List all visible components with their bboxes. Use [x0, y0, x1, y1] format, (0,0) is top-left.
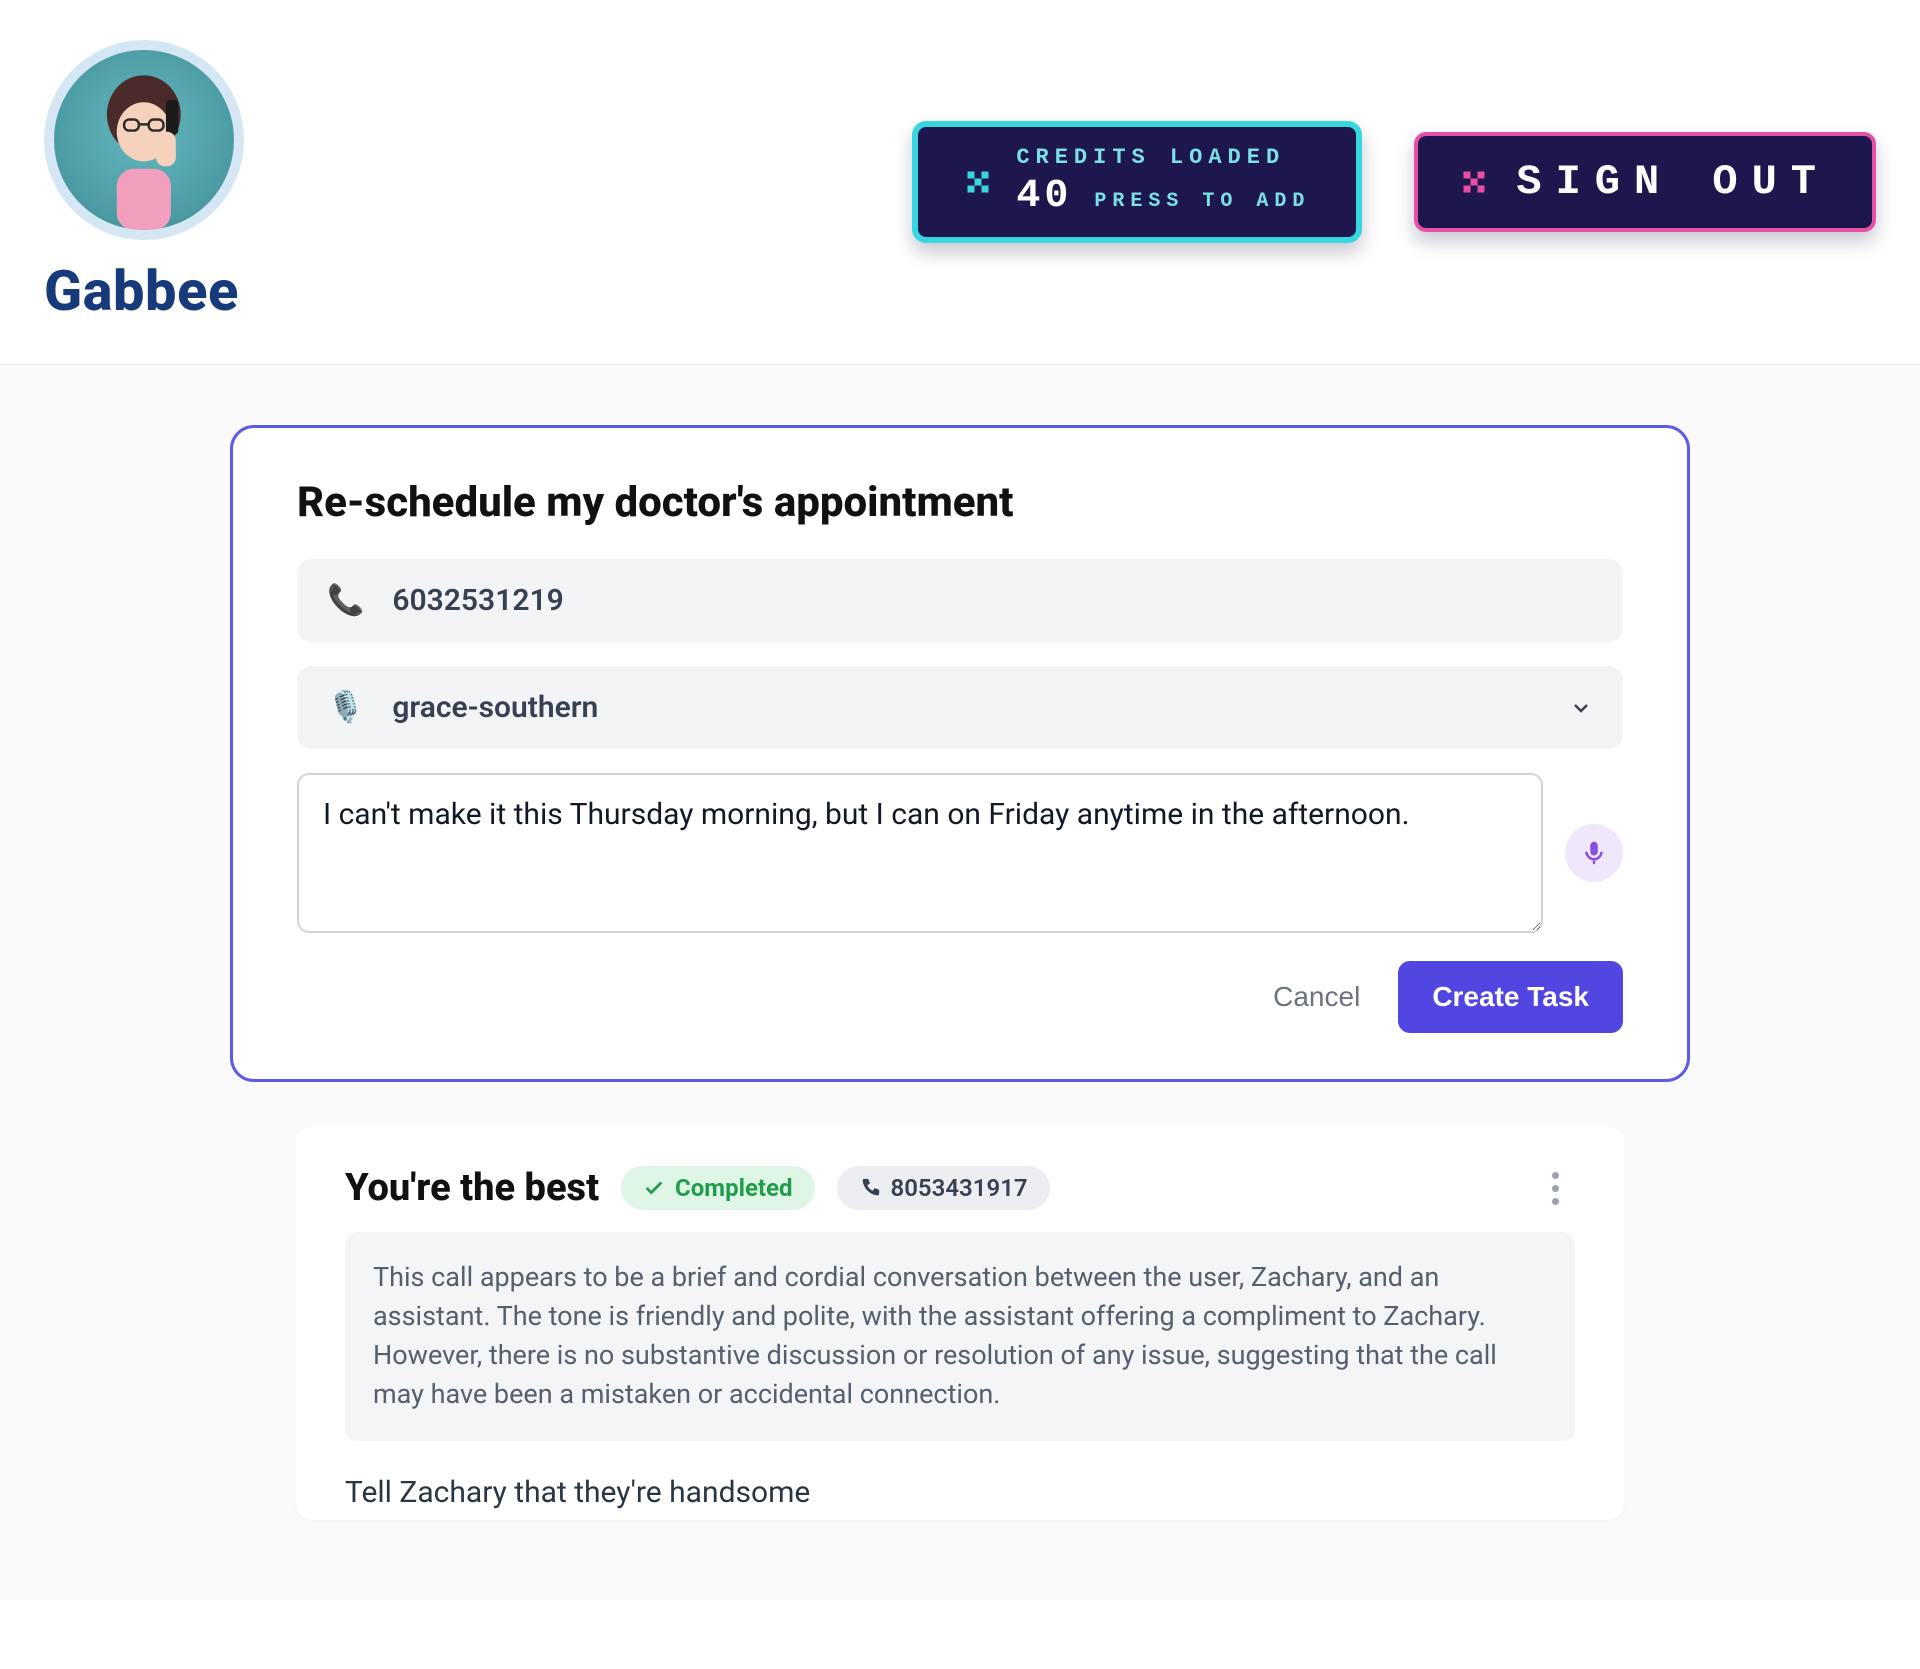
- phone-input[interactable]: 📞 6032531219: [297, 559, 1623, 642]
- task-instruction: Tell Zachary that they're handsome: [345, 1475, 1575, 1510]
- notes-textarea[interactable]: [297, 773, 1543, 933]
- check-icon: [643, 1177, 665, 1199]
- task-phone-badge: 8053431917: [837, 1166, 1050, 1210]
- brand-name: Gabbee: [44, 258, 239, 324]
- sign-out-label: SIGN OUT: [1516, 158, 1830, 206]
- sign-out-button[interactable]: SIGN OUT: [1414, 132, 1876, 232]
- status-badge: Completed: [621, 1166, 814, 1210]
- new-task-title: Re-schedule my doctor's appointment: [297, 478, 1623, 527]
- voice-value: grace-southern: [392, 690, 598, 725]
- cancel-button[interactable]: Cancel: [1273, 981, 1360, 1013]
- microphone-icon: 🎙️: [327, 693, 364, 723]
- task-card: You're the best Completed 8053431917 Thi…: [295, 1126, 1625, 1520]
- top-actions: CREDITS LOADED 40 PRESS TO ADD SIGN OUT: [912, 121, 1876, 243]
- brand-avatar: [44, 40, 244, 240]
- voice-input-button[interactable]: [1565, 824, 1623, 882]
- credits-heading: CREDITS LOADED: [1016, 145, 1310, 170]
- coin-icon: [964, 168, 992, 196]
- create-task-button[interactable]: Create Task: [1398, 961, 1623, 1033]
- phone-handset-icon: [859, 1177, 881, 1199]
- brand: Gabbee: [44, 40, 244, 324]
- mic-icon: [1579, 838, 1609, 868]
- task-summary: This call appears to be a brief and cord…: [345, 1232, 1575, 1441]
- voice-select[interactable]: 🎙️ grace-southern: [297, 666, 1623, 749]
- credits-count: 40: [1016, 174, 1072, 219]
- chevron-down-icon: [1569, 696, 1593, 720]
- task-title: You're the best: [345, 1166, 599, 1210]
- exit-icon: [1460, 168, 1488, 196]
- new-task-card: Re-schedule my doctor's appointment 📞 60…: [230, 425, 1690, 1082]
- task-menu-button[interactable]: [1535, 1168, 1575, 1208]
- credits-button[interactable]: CREDITS LOADED 40 PRESS TO ADD: [912, 121, 1362, 243]
- phone-value: 6032531219: [392, 583, 563, 618]
- credits-subtext: PRESS TO ADD: [1094, 190, 1310, 213]
- status-label: Completed: [675, 1174, 792, 1202]
- main: Re-schedule my doctor's appointment 📞 60…: [0, 365, 1920, 1600]
- topbar: Gabbee CREDITS LOADED 40 PRESS TO ADD: [0, 0, 1920, 365]
- phone-icon: 📞: [327, 586, 364, 616]
- task-phone-value: 8053431917: [891, 1174, 1028, 1202]
